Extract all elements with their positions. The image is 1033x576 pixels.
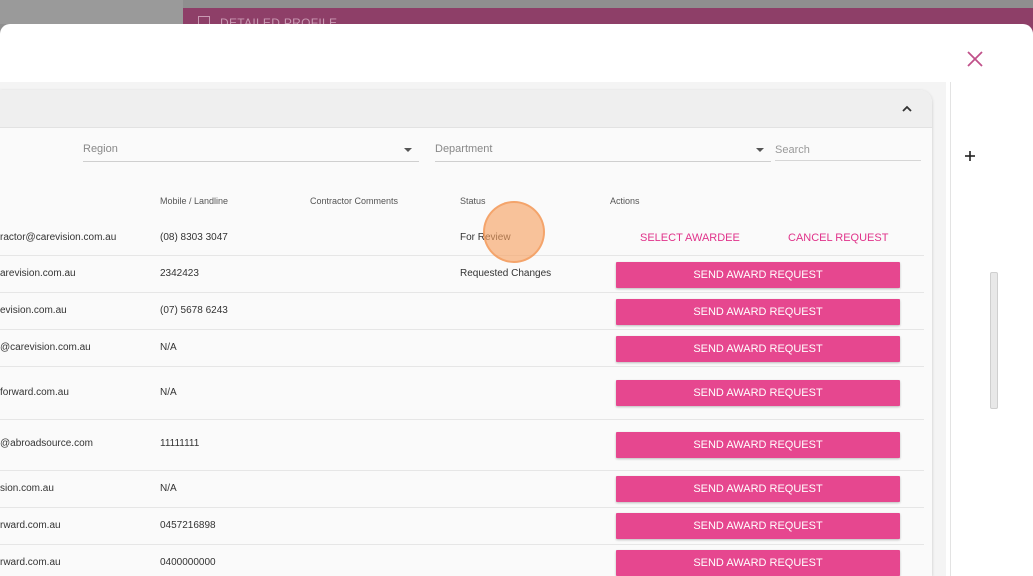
chevron-down-icon xyxy=(756,148,764,152)
email-cell: @abroadsource.com xyxy=(0,438,93,449)
chevron-down-icon xyxy=(404,148,412,152)
email-cell: rward.com.au xyxy=(0,520,61,531)
phone-cell: 2342423 xyxy=(160,268,199,279)
phone-cell: 0457216898 xyxy=(160,520,216,531)
search-input[interactable] xyxy=(775,140,921,161)
send-award-request-button[interactable]: SEND AWARD REQUEST xyxy=(616,476,900,502)
status-cell: For Review xyxy=(460,232,511,243)
table-row: @carevision.com.au N/A SEND AWARD REQUES… xyxy=(0,330,924,367)
plus-icon xyxy=(965,151,975,161)
email-cell: @carevision.com.au xyxy=(0,342,91,353)
column-header-status: Status xyxy=(460,196,486,206)
cancel-request-button[interactable]: CANCEL REQUEST xyxy=(788,232,888,244)
send-award-request-button[interactable]: SEND AWARD REQUEST xyxy=(616,336,900,362)
phone-cell: 0400000000 xyxy=(160,557,216,568)
table-row: forward.com.au N/A SEND AWARD REQUEST xyxy=(0,367,924,420)
select-awardee-button[interactable]: SELECT AWARDEE xyxy=(640,232,740,244)
requests-card: Region Department Mobile / Landline Cont… xyxy=(0,90,932,576)
send-award-request-button[interactable]: SEND AWARD REQUEST xyxy=(616,380,900,406)
phone-cell: N/A xyxy=(160,483,177,494)
send-award-request-button[interactable]: SEND AWARD REQUEST xyxy=(616,299,900,325)
send-award-request-button[interactable]: SEND AWARD REQUEST xyxy=(616,550,900,576)
table-row: sion.com.au N/A SEND AWARD REQUEST xyxy=(0,471,924,508)
chevron-up-icon xyxy=(902,105,912,112)
column-header-comments: Contractor Comments xyxy=(310,196,399,206)
phone-cell: N/A xyxy=(160,387,177,398)
email-cell: forward.com.au xyxy=(0,387,69,398)
card-header xyxy=(0,90,932,128)
table-row: rward.com.au 0400000000 SEND AWARD REQUE… xyxy=(0,545,924,576)
email-cell: sion.com.au xyxy=(0,483,54,494)
modal-dialog: Region Department Mobile / Landline Cont… xyxy=(0,24,1033,576)
phone-cell: (08) 8303 3047 xyxy=(160,232,228,243)
department-placeholder: Department xyxy=(435,143,493,155)
table-row: evision.com.au (07) 5678 6243 SEND AWARD… xyxy=(0,293,924,330)
add-button[interactable] xyxy=(962,148,978,164)
table-row: ractor@carevision.com.au (08) 8303 3047 … xyxy=(0,218,924,256)
collapse-button[interactable] xyxy=(901,101,917,115)
column-header-actions: Actions xyxy=(610,196,640,206)
table-row: rward.com.au 0457216898 SEND AWARD REQUE… xyxy=(0,508,924,545)
send-award-request-button[interactable]: SEND AWARD REQUEST xyxy=(616,513,900,539)
phone-cell: N/A xyxy=(160,342,177,353)
region-select[interactable]: Region xyxy=(83,138,419,162)
region-placeholder: Region xyxy=(83,143,118,155)
phone-cell: 11111111 xyxy=(160,438,200,449)
background-page xyxy=(0,0,183,24)
close-icon xyxy=(967,51,983,67)
send-award-request-button[interactable]: SEND AWARD REQUEST xyxy=(616,262,900,288)
close-button[interactable] xyxy=(963,47,987,71)
table-row: @abroadsource.com 11111111 SEND AWARD RE… xyxy=(0,420,924,471)
phone-cell: (07) 5678 6243 xyxy=(160,305,228,316)
column-header-mobile: Mobile / Landline xyxy=(160,196,229,206)
email-cell: evision.com.au xyxy=(0,305,67,316)
email-cell: rward.com.au xyxy=(0,557,61,568)
table-row: arevision.com.au 2342423 Requested Chang… xyxy=(0,256,924,293)
email-cell: arevision.com.au xyxy=(0,268,76,279)
status-cell: Requested Changes xyxy=(460,268,552,279)
email-cell: ractor@carevision.com.au xyxy=(0,232,117,243)
department-select[interactable]: Department xyxy=(435,138,771,162)
scrollbar[interactable] xyxy=(990,272,998,409)
send-award-request-button[interactable]: SEND AWARD REQUEST xyxy=(616,432,900,458)
